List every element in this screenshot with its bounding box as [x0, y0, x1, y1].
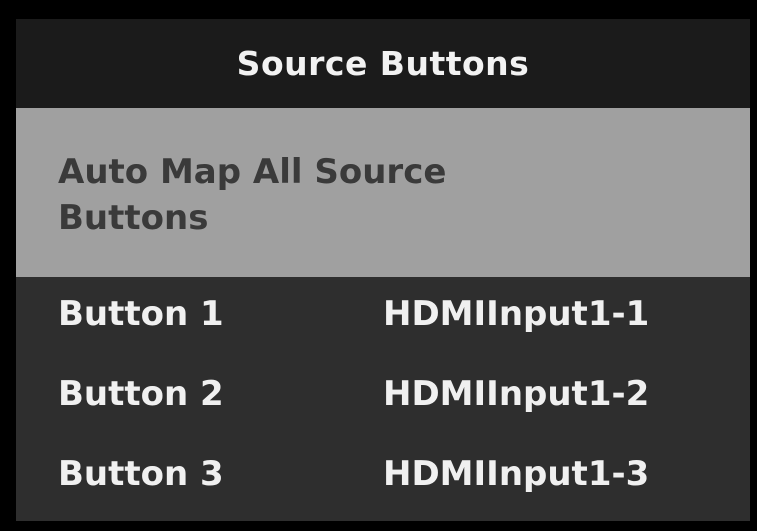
panel-header: Source Buttons	[16, 19, 750, 108]
auto-map-all-source-buttons-button[interactable]: Auto Map All Source Buttons	[16, 108, 750, 277]
source-button-label: Button 3	[58, 454, 224, 494]
source-buttons-panel: Source Buttons Auto Map All Source Butto…	[0, 0, 757, 531]
source-button-row-2[interactable]: Button 2 HDMIInput1-2	[16, 357, 750, 437]
source-button-label: Button 2	[58, 374, 224, 414]
source-button-row-1[interactable]: Button 1 HDMIInput1-1	[16, 277, 750, 357]
source-button-label: Button 1	[58, 294, 224, 334]
source-button-input: HDMIInput1-1	[383, 294, 650, 334]
auto-map-label: Auto Map All Source Buttons	[58, 152, 447, 238]
page-title: Source Buttons	[236, 44, 530, 83]
source-button-input: HDMIInput1-2	[383, 374, 650, 414]
source-button-input: HDMIInput1-3	[383, 454, 650, 494]
source-buttons-content: Source Buttons Auto Map All Source Butto…	[16, 19, 750, 521]
source-button-row-3[interactable]: Button 3 HDMIInput1-3	[16, 437, 750, 517]
